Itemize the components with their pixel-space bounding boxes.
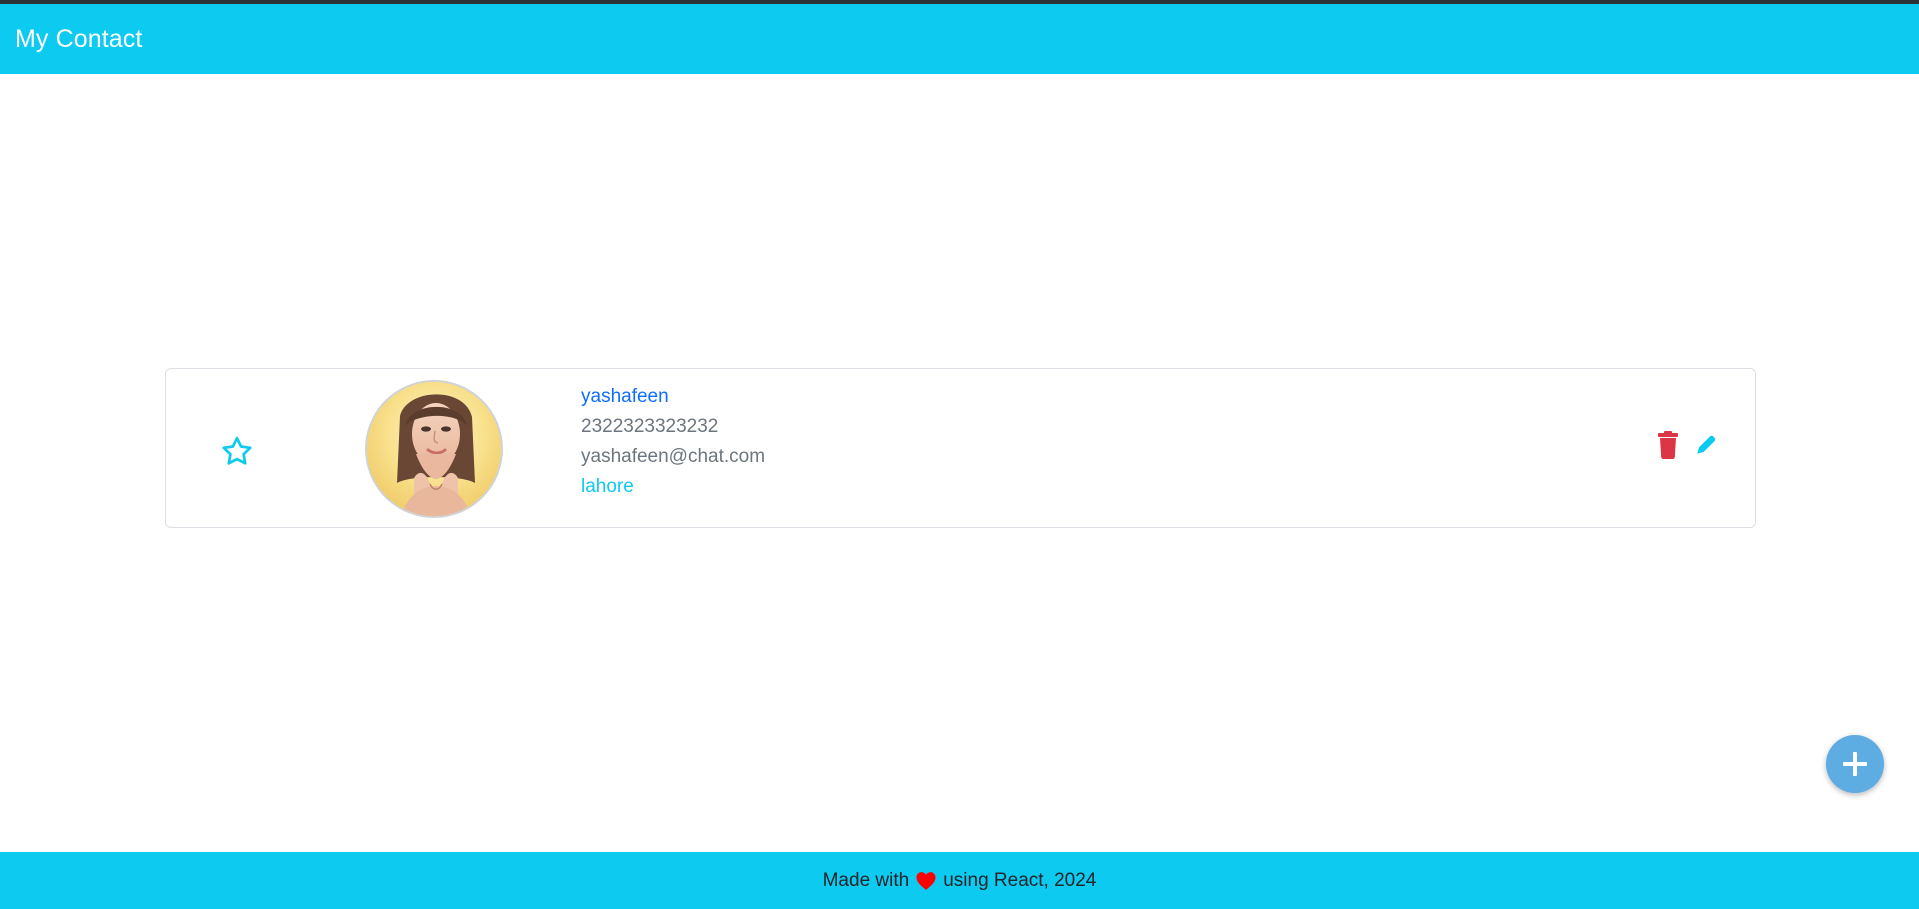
favorite-button[interactable] xyxy=(218,433,256,471)
contact-email: yashafeen@chat.com xyxy=(581,446,766,467)
star-outline-icon xyxy=(222,436,252,465)
pencil-icon xyxy=(1697,435,1716,454)
contact-info: yashafeen 2322323323232 yashafeen@chat.c… xyxy=(581,382,765,502)
footer: Made with using React, 2024 xyxy=(0,852,1919,909)
trash-icon xyxy=(1658,431,1678,459)
footer-prefix: Made with xyxy=(822,869,910,891)
contact-city: lahore xyxy=(581,476,634,497)
plus-icon xyxy=(1843,752,1867,776)
contact-phone: 2322323323232 xyxy=(581,416,719,437)
avatar xyxy=(365,380,503,518)
contact-name[interactable]: yashafeen xyxy=(581,382,765,412)
delete-button[interactable] xyxy=(1655,429,1681,461)
navbar: My Contact xyxy=(0,4,1919,74)
contact-card: yashafeen 2322323323232 yashafeen@chat.c… xyxy=(165,368,1756,528)
page: My Contact yashafeen 2322323323232 yasha… xyxy=(0,0,1919,909)
contact-photo xyxy=(367,382,501,516)
brand-title[interactable]: My Contact xyxy=(15,25,142,54)
heart-icon xyxy=(915,871,937,891)
edit-button[interactable] xyxy=(1693,429,1719,461)
footer-suffix: using React, 2024 xyxy=(943,869,1097,891)
add-contact-button[interactable] xyxy=(1826,735,1884,793)
contact-actions xyxy=(1655,429,1719,461)
